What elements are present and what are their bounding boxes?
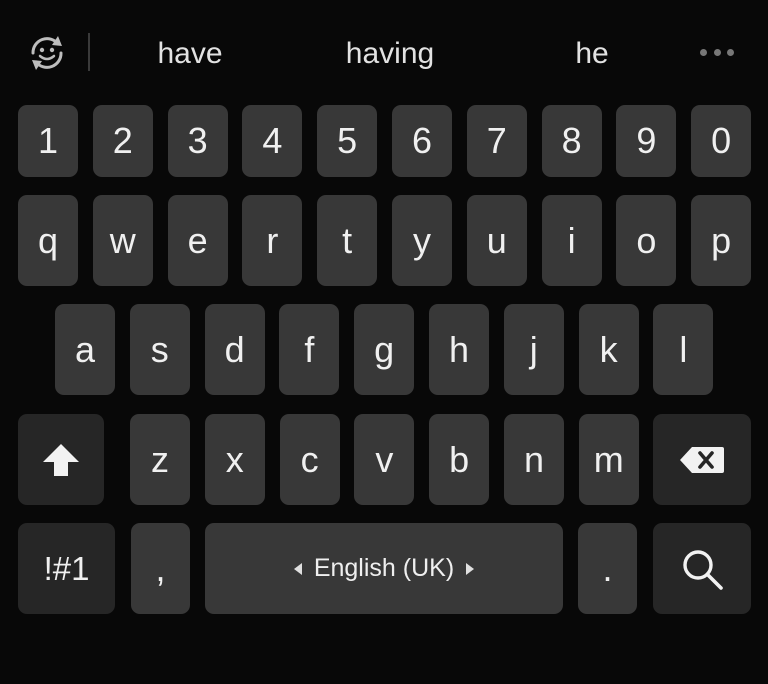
key-label: 6 [411, 120, 433, 161]
comma-key-label: , [155, 547, 166, 589]
key-label: b [449, 438, 470, 480]
suggestion-1[interactable]: have [130, 34, 250, 74]
key-label: u [486, 219, 507, 261]
key-label: 3 [187, 120, 208, 161]
more-horizontal-icon[interactable] [700, 44, 734, 60]
key-label: 5 [337, 120, 358, 161]
key-label: g [374, 328, 395, 370]
key-label: d [224, 328, 245, 370]
symbols-key-label: !#1 [43, 550, 90, 587]
language-label: English (UK) [313, 554, 455, 582]
key-label: x [225, 438, 244, 480]
key-label: j [529, 328, 538, 370]
key-label: f [304, 328, 315, 370]
key-e[interactable]: e [167, 195, 228, 286]
key-label: w [109, 219, 136, 261]
key-m[interactable]: m [578, 414, 639, 505]
period-key-label: . [602, 547, 613, 589]
key-1[interactable]: 1 [18, 105, 78, 177]
key-label: i [567, 219, 576, 261]
shift-key[interactable] [18, 414, 104, 505]
search-key[interactable] [653, 523, 751, 614]
key-b[interactable]: b [429, 414, 490, 505]
key-label: s [150, 328, 169, 370]
key-label: 4 [262, 120, 283, 161]
key-0[interactable]: 0 [691, 105, 752, 177]
key-i[interactable]: i [541, 195, 602, 286]
comma-key[interactable]: , [131, 523, 190, 614]
key-label: n [523, 438, 545, 480]
key-y[interactable]: y [392, 195, 452, 286]
key-label: 0 [711, 120, 732, 161]
key-label: p [711, 219, 732, 261]
key-f[interactable]: f [279, 304, 340, 395]
space-bar[interactable]: English (UK) [205, 523, 563, 614]
key-o[interactable]: o [616, 195, 677, 286]
key-label: 7 [486, 120, 507, 161]
key-label: 8 [561, 120, 582, 161]
key-q[interactable]: q [18, 195, 78, 286]
key-label: 2 [112, 120, 133, 161]
suggestion-divider [88, 33, 90, 71]
key-n[interactable]: n [504, 414, 564, 505]
key-label: k [599, 328, 618, 370]
key-label: l [679, 328, 688, 370]
key-l[interactable]: l [653, 304, 714, 395]
triangle-left-icon [293, 562, 302, 575]
key-label: y [413, 219, 431, 261]
emoji-button[interactable] [24, 30, 70, 76]
triangle-right-icon [466, 562, 475, 575]
key-j[interactable]: j [503, 304, 564, 395]
key-label: z [151, 438, 169, 480]
suggestion-2[interactable]: having [320, 34, 460, 74]
key-3[interactable]: 3 [167, 105, 228, 177]
key-r[interactable]: r [242, 195, 303, 286]
key-label: 9 [636, 120, 657, 161]
key-h[interactable]: h [429, 304, 489, 395]
key-z[interactable]: z [130, 414, 190, 505]
key-2[interactable]: 2 [92, 105, 153, 177]
suggestion-bar: have having he [0, 0, 768, 100]
key-d[interactable]: d [204, 304, 265, 395]
key-8[interactable]: 8 [541, 105, 602, 177]
space-bar-content: English (UK) [293, 554, 475, 583]
key-6[interactable]: 6 [392, 105, 452, 177]
key-p[interactable]: p [691, 195, 752, 286]
key-x[interactable]: x [204, 414, 265, 505]
suggestion-3[interactable]: he [552, 34, 632, 74]
shift-arrow-icon [43, 443, 79, 476]
key-s[interactable]: s [129, 304, 190, 395]
key-c[interactable]: c [279, 414, 340, 505]
key-label: r [266, 219, 279, 261]
key-5[interactable]: 5 [317, 105, 378, 177]
backspace-icon [680, 446, 724, 473]
key-a[interactable]: a [55, 304, 115, 395]
key-t[interactable]: t [317, 195, 378, 286]
key-label: h [448, 328, 470, 370]
key-7[interactable]: 7 [466, 105, 527, 177]
key-label: e [187, 219, 208, 261]
period-key[interactable]: . [578, 523, 637, 614]
key-k[interactable]: k [578, 304, 639, 395]
key-u[interactable]: u [466, 195, 527, 286]
key-9[interactable]: 9 [616, 105, 677, 177]
key-label: v [375, 438, 394, 480]
emoji-refresh-icon [31, 36, 63, 70]
key-w[interactable]: w [92, 195, 153, 286]
key-v[interactable]: v [354, 414, 415, 505]
key-label: m [593, 438, 624, 480]
key-4[interactable]: 4 [242, 105, 303, 177]
key-label: o [636, 219, 657, 261]
key-label: c [300, 438, 319, 480]
backspace-key[interactable] [653, 414, 751, 505]
key-g[interactable]: g [354, 304, 415, 395]
symbols-key[interactable]: !#1 [18, 523, 115, 614]
keyboard: have having he 1 2 3 4 5 6 7 8 9 0 q w e r t y u i o p a s d… [0, 0, 768, 684]
key-label: q [37, 219, 59, 261]
key-label: 1 [37, 120, 59, 161]
key-label: t [342, 219, 353, 261]
search-icon [683, 549, 723, 590]
key-label: a [74, 328, 96, 370]
